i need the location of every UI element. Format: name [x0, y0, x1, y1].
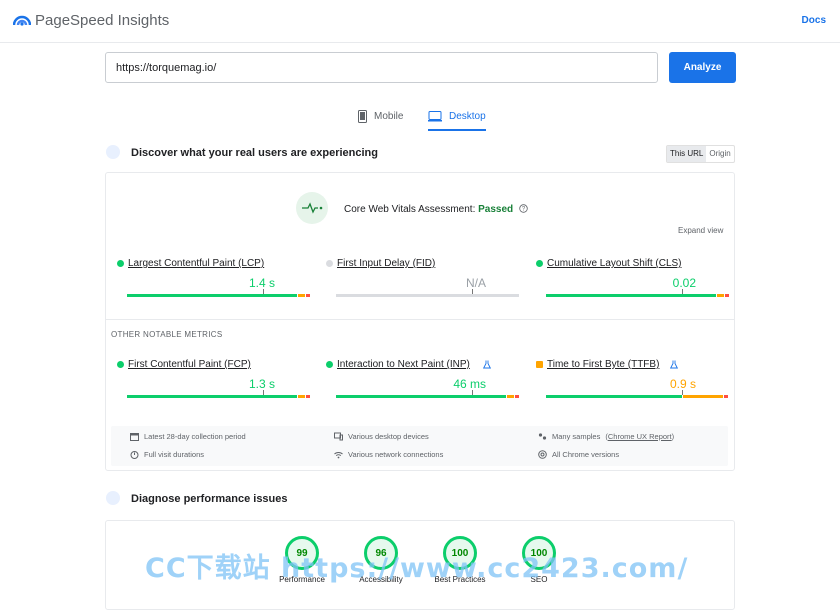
calendar-icon: [130, 433, 139, 441]
metric-value: 0.9 s: [669, 377, 696, 391]
other-metrics-heading: OTHER NOTABLE METRICS: [111, 330, 223, 339]
distribution-bar: [127, 294, 311, 297]
devices-icon: [334, 432, 343, 441]
expand-view-link[interactable]: Expand view: [678, 226, 723, 235]
lab-diagnose-icon: [106, 491, 120, 505]
metric-2-header: Cumulative Layout Shift (CLS): [536, 258, 682, 269]
percentile-marker: [263, 289, 264, 294]
experimental-flask-icon: [670, 360, 678, 369]
distribution-bar: [546, 395, 730, 398]
cwv-assessment-status: Passed: [478, 204, 514, 215]
help-icon[interactable]: ?: [519, 204, 528, 213]
percentile-marker: [263, 390, 264, 395]
distribution-bar: [336, 395, 520, 398]
this-url-option[interactable]: This URL: [667, 146, 707, 162]
distribution-bar: [127, 395, 311, 398]
metrics-divider: [106, 319, 734, 320]
analyze-button[interactable]: Analyze: [669, 52, 736, 83]
metric-name-link[interactable]: First Input Delay (FID): [337, 258, 435, 269]
samples-info: Many samples (Chrome UX Report): [538, 432, 674, 441]
metric-value: 0.02: [672, 276, 696, 290]
distribution-bar: [336, 294, 520, 297]
cwv-assessment-prefix: Core Web Vitals Assessment:: [344, 204, 479, 215]
metric-value: 1.4 s: [248, 276, 275, 290]
percentile-marker: [682, 390, 683, 395]
samples-icon: [538, 433, 547, 440]
lab-data-title: Diagnose performance issues: [131, 493, 288, 505]
percentile-marker: [472, 289, 473, 294]
tab-desktop-label: Desktop: [449, 110, 486, 122]
experimental-flask-icon: [483, 360, 491, 369]
samples-text: Many samples: [552, 432, 601, 441]
network-info: Various network connections: [334, 450, 443, 459]
tab-mobile-label: Mobile: [374, 110, 404, 122]
metric-0-header: Largest Contentful Paint (LCP): [117, 258, 264, 269]
metric-0-header: First Contentful Paint (FCP): [117, 359, 251, 370]
good-status-icon: [536, 260, 543, 267]
metric-name-link[interactable]: Largest Contentful Paint (LCP): [128, 258, 264, 269]
watermark-text: CC下载站 https://www.cc2423.com/: [145, 553, 689, 584]
metric-name-link[interactable]: Interaction to Next Paint (INP): [337, 359, 470, 370]
good-status-icon: [117, 361, 124, 368]
chrome-versions-info: All Chrome versions: [538, 450, 619, 459]
tab-mobile[interactable]: Mobile: [358, 103, 403, 129]
metric-value: 46 ms: [453, 377, 486, 391]
metric-1-header: Interaction to Next Paint (INP): [326, 359, 470, 370]
cwv-assessment: Core Web Vitals Assessment: Passed ?: [344, 204, 528, 215]
wifi-icon: [334, 452, 343, 459]
metric-value: N/A: [465, 276, 486, 290]
distribution-bar: [546, 294, 730, 297]
url-origin-toggle[interactable]: This URL Origin: [666, 145, 735, 163]
chrome-ux-report-link[interactable]: Chrome UX Report: [608, 432, 672, 441]
users-icon: [106, 145, 120, 159]
none-status-icon: [326, 260, 333, 267]
url-input[interactable]: [105, 52, 658, 83]
app-title: PageSpeed Insights: [35, 12, 170, 29]
docs-link[interactable]: Docs: [802, 15, 826, 26]
good-status-icon: [117, 260, 124, 267]
metric-name-link[interactable]: First Contentful Paint (FCP): [128, 359, 251, 370]
good-status-icon: [326, 361, 333, 368]
chrome-versions-text: All Chrome versions: [552, 450, 620, 459]
devices-info: Various desktop devices: [334, 432, 429, 441]
desktop-icon: [428, 110, 442, 121]
metric-value: 1.3 s: [248, 377, 275, 391]
cwv-pulse-icon: [296, 192, 328, 224]
timer-icon: [130, 451, 139, 459]
chrome-icon: [538, 450, 547, 459]
metric-name-link[interactable]: Cumulative Layout Shift (CLS): [547, 258, 682, 269]
field-data-title: Discover what your real users are experi…: [131, 147, 379, 159]
origin-option[interactable]: Origin: [706, 146, 733, 162]
tab-desktop[interactable]: Desktop: [428, 103, 486, 131]
percentile-marker: [682, 289, 683, 294]
percentile-marker: [472, 390, 473, 395]
collection-period-info: Latest 28-day collection period: [130, 432, 246, 441]
devices-text: Various desktop devices: [348, 432, 429, 441]
average-status-icon: [536, 361, 543, 368]
collection-period-text: Latest 28-day collection period: [144, 432, 246, 441]
metric-2-header: Time to First Byte (TTFB): [536, 359, 659, 370]
metric-name-link[interactable]: Time to First Byte (TTFB): [547, 359, 659, 370]
visit-durations-info: Full visit durations: [130, 450, 204, 459]
metric-1-header: First Input Delay (FID): [326, 258, 435, 269]
chrome-ux-report-text: (Chrome UX Report): [605, 432, 675, 441]
pagespeed-logo-icon: [13, 15, 31, 26]
network-text: Various network connections: [348, 450, 444, 459]
phone-icon: [358, 109, 367, 123]
visit-durations-text: Full visit durations: [144, 450, 205, 459]
